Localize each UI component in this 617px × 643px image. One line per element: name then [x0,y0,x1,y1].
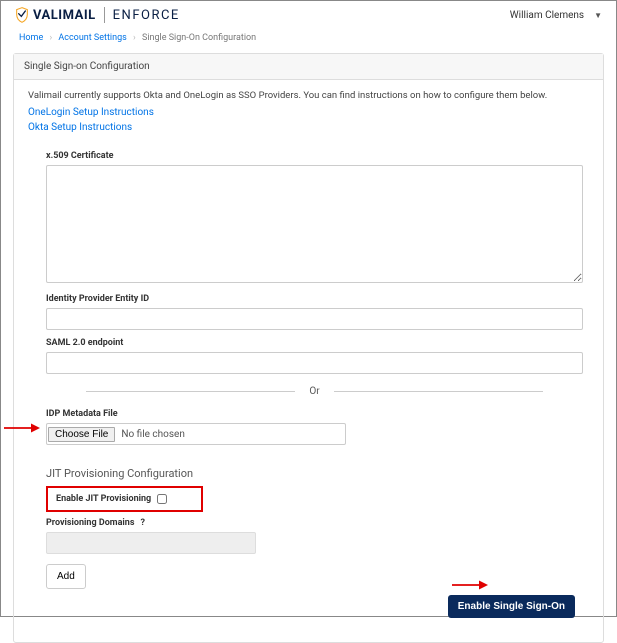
divider-line [86,391,295,392]
jit-enable-row: Enable JIT Provisioning [50,490,173,508]
onelogin-instructions-link[interactable]: OneLogin Setup Instructions [28,107,589,118]
app-header: VALIMAIL ENFORCE William Clemens ▼ [1,1,616,27]
prov-domains-input[interactable] [46,532,256,554]
saml-endpoint-label: SAML 2.0 endpoint [46,338,583,348]
file-input-group: Choose File No file chosen [46,423,346,445]
no-file-text: No file chosen [121,429,185,440]
breadcrumb-separator: › [133,33,136,43]
divider-line [334,391,543,392]
saml-endpoint-input[interactable] [46,352,583,374]
or-text: Or [309,386,319,397]
breadcrumb-current: Single Sign-On Configuration [142,33,256,43]
prov-domains-label: Provisioning Domains [46,518,134,528]
user-name: William Clemens [510,10,584,21]
intro-text: Valimail currently supports Okta and One… [28,90,589,101]
x509-label: x.509 Certificate [46,151,583,161]
brand: VALIMAIL ENFORCE [15,7,180,23]
brand-name: VALIMAIL [33,8,96,23]
brand-sub: ENFORCE [113,8,180,23]
okta-instructions-link[interactable]: Okta Setup Instructions [28,122,589,133]
card-footer: Enable Single Sign-On [28,589,589,628]
config-card: Single Sign-on Configuration Valimail cu… [13,53,604,643]
shield-icon [15,7,29,23]
jit-highlight: Enable JIT Provisioning [46,486,203,512]
user-menu[interactable]: William Clemens ▼ [510,10,602,21]
choose-file-button[interactable]: Choose File [48,427,115,442]
brand-divider [104,7,105,23]
idp-metadata-label: IDP Metadata File [46,409,583,419]
breadcrumb-home[interactable]: Home [19,33,43,43]
app-frame: VALIMAIL ENFORCE William Clemens ▼ Home … [0,0,617,617]
card-body: Valimail currently supports Okta and One… [14,80,603,642]
add-domain-button[interactable]: Add [46,564,86,589]
breadcrumb-account-settings[interactable]: Account Settings [58,33,126,43]
jit-section-title: JIT Provisioning Configuration [46,467,583,480]
or-divider: Or [86,386,543,397]
card-title: Single Sign-on Configuration [14,54,603,80]
entity-id-input[interactable] [46,308,583,330]
chevron-down-icon: ▼ [594,11,602,20]
enable-jit-checkbox[interactable] [157,494,167,504]
prov-domains-row: Provisioning Domains ? [46,518,583,528]
enable-sso-button[interactable]: Enable Single Sign-On [448,595,575,618]
x509-textarea[interactable] [46,165,583,283]
entity-id-label: Identity Provider Entity ID [46,294,583,304]
form-section: x.509 Certificate Identity Provider Enti… [28,137,589,589]
enable-jit-label: Enable JIT Provisioning [56,494,151,504]
help-icon[interactable]: ? [140,518,144,528]
breadcrumb-separator: › [49,33,52,43]
breadcrumb: Home › Account Settings › Single Sign-On… [1,27,616,49]
